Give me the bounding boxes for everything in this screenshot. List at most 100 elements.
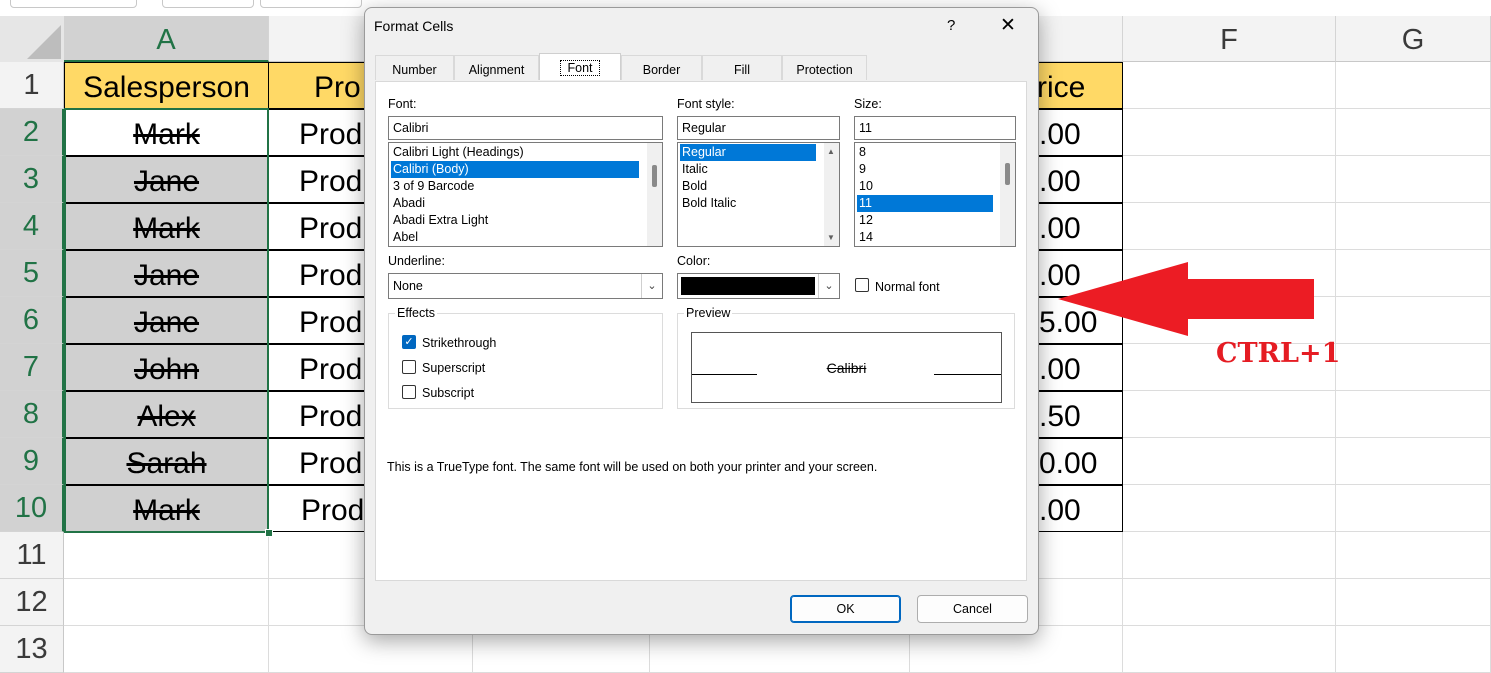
cell-product-header[interactable]: Pro (268, 62, 368, 109)
row-header[interactable]: 4 (0, 203, 64, 250)
font-list-item[interactable]: Calibri Light (Headings) (391, 144, 524, 161)
grid-cell[interactable] (1123, 391, 1336, 438)
scroll-down-icon[interactable]: ▼ (827, 233, 835, 242)
font-style-item[interactable]: Italic (680, 161, 708, 178)
column-header-f[interactable]: F (1123, 16, 1336, 62)
tab-protection[interactable]: Protection (782, 55, 867, 80)
size-input[interactable]: 11 (854, 116, 1016, 140)
font-style-item[interactable]: Bold Italic (680, 195, 736, 212)
grid-cell[interactable] (1123, 156, 1336, 203)
font-list[interactable]: Calibri Light (Headings) Calibri (Body) … (388, 142, 663, 247)
grid-cell[interactable] (1123, 485, 1336, 532)
formula-input[interactable] (260, 0, 362, 8)
cell-name[interactable]: Alex (64, 391, 269, 438)
grid-cell[interactable] (1336, 532, 1491, 579)
scroll-up-icon[interactable]: ▲ (827, 147, 835, 156)
select-all-corner[interactable] (0, 16, 65, 63)
size-list-scrollbar[interactable] (1000, 143, 1015, 246)
font-list-item[interactable]: 3 of 9 Barcode (391, 178, 474, 195)
grid-cell[interactable] (1336, 391, 1491, 438)
row-header[interactable]: 12 (0, 579, 64, 626)
column-header-g[interactable]: G (1336, 16, 1491, 62)
grid-cell[interactable] (1336, 109, 1491, 156)
help-button[interactable]: ? (947, 17, 955, 34)
cell-product[interactable]: Prod (268, 156, 368, 203)
tab-number[interactable]: Number (375, 55, 454, 80)
grid-cell[interactable] (1336, 250, 1491, 297)
grid-cell[interactable] (1336, 485, 1491, 532)
cell-product[interactable]: Prod (268, 344, 368, 391)
size-item[interactable]: 9 (857, 161, 866, 178)
row-header[interactable]: 6 (0, 297, 64, 344)
font-style-scrollbar[interactable]: ▲ ▼ (824, 143, 839, 246)
tab-fill[interactable]: Fill (702, 55, 782, 80)
cancel-button[interactable]: Cancel (917, 595, 1028, 623)
cell-name[interactable]: Jane (64, 297, 269, 344)
cell-product[interactable]: Prod (268, 109, 368, 156)
cell-name[interactable]: Mark (64, 203, 269, 250)
cell-name[interactable]: Jane (64, 156, 269, 203)
fill-handle[interactable] (265, 529, 273, 537)
cell-name[interactable]: John (64, 344, 269, 391)
row-header[interactable]: 7 (0, 344, 64, 391)
cell-product[interactable]: Prod (268, 391, 368, 438)
grid-cell[interactable] (1336, 297, 1491, 344)
cell-name[interactable]: Sarah (64, 438, 269, 485)
strikethrough-checkbox[interactable]: ✓ (402, 335, 416, 349)
ok-button[interactable]: OK (790, 595, 901, 623)
grid-cell[interactable] (1123, 109, 1336, 156)
grid-cell[interactable] (1336, 156, 1491, 203)
cell-price[interactable]: .00 (1036, 109, 1123, 156)
cell-product[interactable]: Prod (268, 203, 368, 250)
cell-price[interactable]: .00 (1036, 203, 1123, 250)
chevron-down-icon[interactable]: ⌄ (641, 274, 662, 298)
font-list-scrollbar[interactable] (647, 143, 662, 246)
grid-cell[interactable] (1336, 626, 1491, 673)
row-header[interactable]: 8 (0, 391, 64, 438)
row-header[interactable]: 10 (0, 485, 64, 532)
row-header[interactable]: 2 (0, 109, 64, 156)
cell-price-header[interactable]: rice (1036, 62, 1123, 109)
close-button[interactable]: ✕ (1000, 14, 1016, 37)
size-item[interactable]: 10 (857, 178, 873, 195)
toolbar-buttons[interactable] (162, 0, 254, 8)
chevron-down-icon[interactable]: ⌄ (818, 274, 839, 298)
row-header[interactable]: 9 (0, 438, 64, 485)
cell-product[interactable]: Prod (268, 438, 368, 485)
color-dropdown[interactable]: ⌄ (677, 273, 840, 299)
grid-cell[interactable] (1123, 532, 1336, 579)
cell-price[interactable]: .00 (1036, 485, 1123, 532)
cell-salesperson-header[interactable]: Salesperson (64, 62, 269, 109)
font-style-list[interactable]: Regular Italic Bold Bold Italic ▲ ▼ (677, 142, 840, 247)
cell-price[interactable]: .00 (1036, 344, 1123, 391)
cell-name[interactable]: Jane (64, 250, 269, 297)
grid-cell[interactable] (1123, 626, 1336, 673)
cell-product[interactable]: Prod (268, 485, 368, 532)
underline-dropdown[interactable]: None ⌄ (388, 273, 663, 299)
grid-cell[interactable] (1336, 203, 1491, 250)
grid-cell[interactable] (1123, 438, 1336, 485)
column-header-a[interactable]: A (64, 16, 269, 62)
size-item[interactable]: 8 (857, 144, 866, 161)
superscript-checkbox[interactable] (402, 360, 416, 374)
grid-cell[interactable] (1123, 579, 1336, 626)
name-box[interactable] (10, 0, 137, 8)
tab-alignment[interactable]: Alignment (454, 55, 539, 80)
grid-cell[interactable] (64, 579, 269, 626)
row-header[interactable]: 13 (0, 626, 64, 673)
cell-price[interactable]: .50 (1036, 391, 1123, 438)
grid-cell[interactable] (1336, 438, 1491, 485)
font-list-item[interactable]: Abadi (391, 195, 425, 212)
grid-cell[interactable] (1123, 62, 1336, 109)
grid-cell[interactable] (64, 626, 269, 673)
tab-border[interactable]: Border (621, 55, 702, 80)
cell-price[interactable]: 0.00 (1036, 438, 1123, 485)
row-header[interactable]: 1 (0, 62, 64, 109)
font-list-item[interactable]: Abel (391, 229, 418, 246)
grid-cell[interactable] (1336, 62, 1491, 109)
tab-font[interactable]: Font (539, 53, 621, 80)
size-item-selected[interactable]: 11 (857, 195, 993, 212)
cell-name[interactable]: Mark (64, 109, 269, 156)
row-header[interactable]: 5 (0, 250, 64, 297)
cell-product[interactable]: Prod (268, 297, 368, 344)
